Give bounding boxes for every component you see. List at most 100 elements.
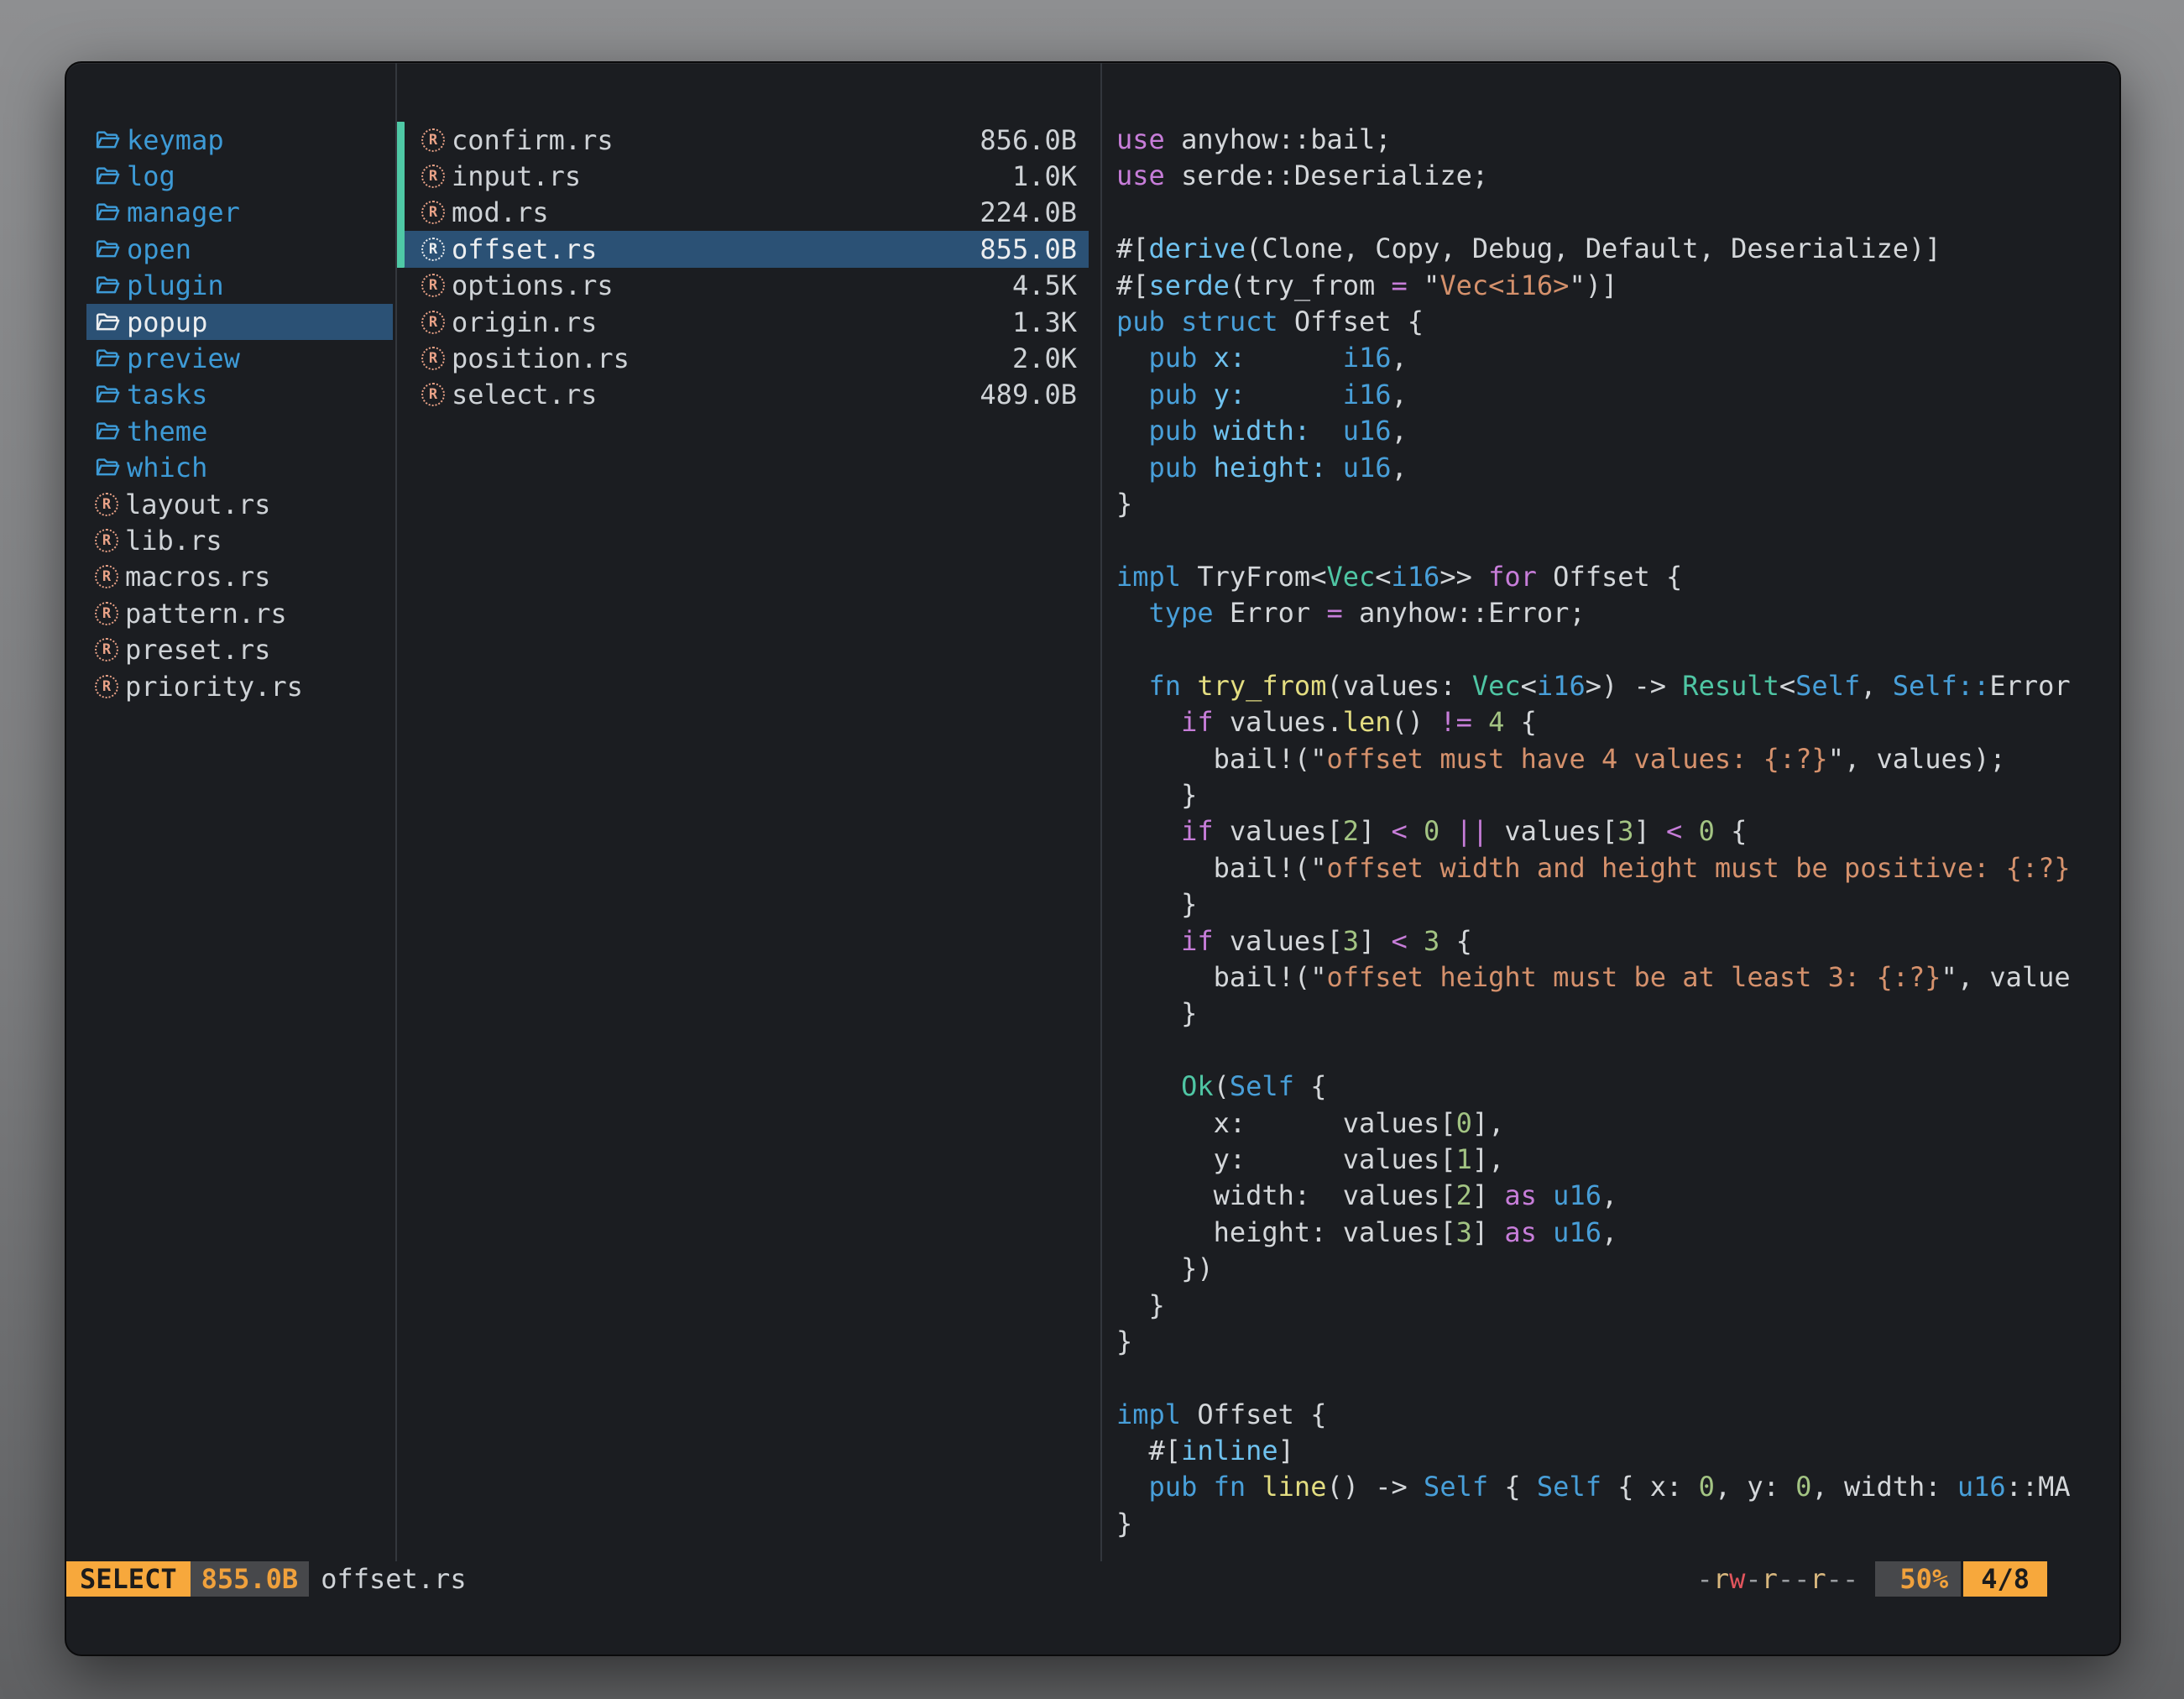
code-line [1116,1360,2119,1396]
folder-icon [95,128,120,153]
code-line: height: values[3] as u16, [1116,1215,2119,1251]
file-name: confirm.rs [452,124,614,156]
code-line: } [1116,1324,2119,1360]
file-row-select-rs[interactable]: Rselect.rs 489.0B [405,377,1089,413]
file-row-confirm-rs[interactable]: Rconfirm.rs856.0B [405,122,1089,158]
code-line: impl Offset { [1116,1397,2119,1433]
folder-icon [95,346,120,371]
code-line [1116,1032,2119,1069]
sidebar-item-layout-rs[interactable]: Rlayout.rs [86,486,393,522]
item-label: pattern.rs [125,598,287,630]
sidebar-item-pattern-rs[interactable]: Rpattern.rs [86,595,393,631]
sidebar-item-popup[interactable]: popup [86,304,393,340]
sidebar-item-manager[interactable]: manager [86,195,393,231]
sidebar-item-priority-rs[interactable]: Rpriority.rs [86,668,393,704]
sidebar-item-macros-rs[interactable]: Rmacros.rs [86,559,393,595]
sidebar-item-open[interactable]: open [86,231,393,267]
file-name: origin.rs [452,306,597,338]
file-row-origin-rs[interactable]: Rorigin.rs1.3K [405,304,1089,340]
folder-icon [95,382,120,407]
file-row-mod-rs[interactable]: Rmod.rs224.0B [405,195,1089,231]
code-line: } [1116,996,2119,1032]
folder-icon [95,237,120,262]
rust-file-icon: R [95,638,118,661]
file-size: 1.0K [1012,160,1077,192]
file-name: options.rs [452,269,614,301]
sidebar-item-lib-rs[interactable]: Rlib.rs [86,522,393,558]
code-line: pub width: u16, [1116,413,2119,449]
code-line: #[serde(try_from = "Vec<i16>")] [1116,268,2119,304]
code-line: } [1116,486,2119,522]
cursor-position-badge: 4/8 [1963,1561,2047,1597]
code-line: if values[2] < 0 || values[3] < 0 { [1116,813,2119,850]
code-line: width: values[2] as u16, [1116,1178,2119,1214]
code-line: bail!("offset width and height must be p… [1116,850,2119,886]
file-row-options-rs[interactable]: Roptions.rs4.5K [405,268,1089,304]
sidebar-item-keymap[interactable]: keymap [86,122,393,158]
code-line: }) [1116,1251,2119,1287]
code-line: pub y: i16, [1116,377,2119,413]
code-line [1116,522,2119,558]
sidebar-item-preset-rs[interactable]: Rpreset.rs [86,631,393,667]
rust-file-icon: R [421,165,445,188]
marked-files-indicator [397,122,405,268]
file-row-input-rs[interactable]: Rinput.rs1.0K [405,158,1089,194]
status-left: SELECT 855.0B offset.rs [66,1561,467,1597]
rust-file-icon: R [421,383,445,406]
folder-icon [95,455,120,480]
folder-icon [95,310,120,335]
code-line: use anyhow::bail; [1116,122,2119,158]
sidebar-item-which[interactable]: which [86,450,393,486]
file-name: select.rs [452,379,597,410]
file-size: 1.3K [1012,306,1077,338]
code-line [1116,631,2119,667]
sidebar-item-plugin[interactable]: plugin [86,268,393,304]
file-size: 489.0B [980,379,1077,410]
folder-icon [95,164,120,189]
code-line: Ok(Self { [1116,1069,2119,1105]
preview-pane[interactable]: use anyhow::bail;use serde::Deserialize;… [1102,63,2119,1561]
code-line [1116,195,2119,231]
current-directory-pane: Rconfirm.rs856.0BRinput.rs1.0KRmod.rs224… [397,63,1102,1561]
file-name: mod.rs [452,196,549,228]
status-filename: offset.rs [321,1563,466,1595]
code-line: impl TryFrom<Vec<i16>> for Offset { [1116,559,2119,595]
rust-file-icon: R [95,493,118,516]
sidebar-item-log[interactable]: log [86,158,393,194]
file-row-offset-rs[interactable]: Roffset.rs855.0B [405,231,1089,267]
sidebar-item-tasks[interactable]: tasks [86,377,393,413]
code-preview: use anyhow::bail;use serde::Deserialize;… [1116,122,2119,1542]
file-size: 855.0B [980,233,1077,265]
code-line: if values[3] < 3 { [1116,923,2119,959]
sidebar-item-preview[interactable]: preview [86,340,393,376]
code-line: pub struct Offset { [1116,304,2119,340]
code-line: pub x: i16, [1116,340,2119,376]
parent-directory-list: keymaplogmanageropenplugin popuppreviewta… [66,122,395,704]
rust-file-icon: R [421,347,445,370]
item-label: popup [127,306,207,338]
item-label: plugin [127,269,224,301]
code-line: } [1116,1506,2119,1542]
item-label: layout.rs [125,489,270,520]
code-line: if values.len() != 4 { [1116,704,2119,740]
code-line: y: values[1], [1116,1142,2119,1178]
rust-file-icon: R [421,238,445,261]
desktop-background: keymaplogmanageropenplugin popuppreviewta… [0,0,2184,1699]
mode-badge: SELECT [66,1561,191,1597]
parent-directory-pane: keymaplogmanageropenplugin popuppreviewta… [66,63,397,1561]
sidebar-item-theme[interactable]: theme [86,413,393,449]
item-label: theme [127,416,207,447]
folder-icon [95,419,120,444]
item-label: manager [127,196,240,228]
code-line: pub fn line() -> Self { Self { x: 0, y: … [1116,1469,2119,1505]
file-row-position-rs[interactable]: Rposition.rs2.0K [405,340,1089,376]
file-size: 4.5K [1012,269,1077,301]
item-label: tasks [127,379,207,410]
folder-icon [95,200,120,225]
item-label: keymap [127,124,224,156]
rust-file-icon: R [421,201,445,224]
code-line: } [1116,886,2119,923]
code-line: bail!("offset height must be at least 3:… [1116,959,2119,996]
item-label: preset.rs [125,634,270,666]
rust-file-icon: R [95,602,118,625]
